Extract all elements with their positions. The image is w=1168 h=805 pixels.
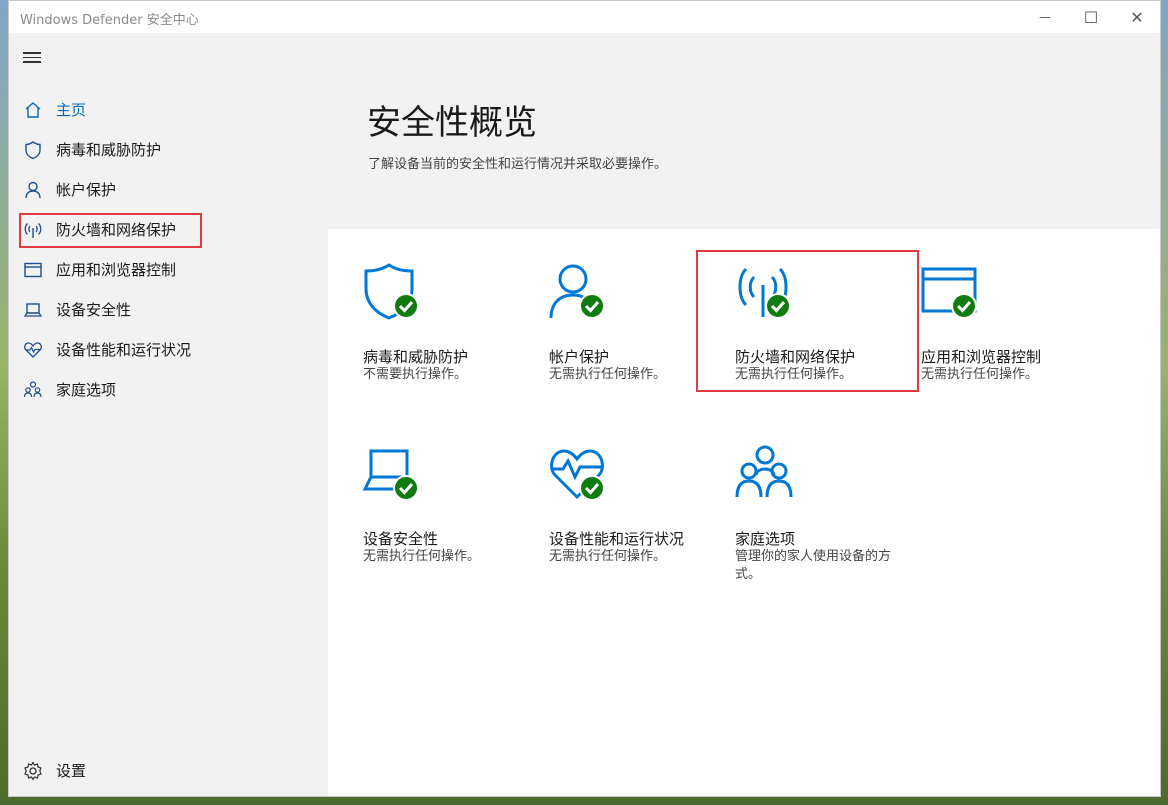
sidebar-item-label: 家庭选项 xyxy=(56,381,117,399)
page-header: 安全性概览 了解设备当前的安全性和运行情况并采取必要操作。 xyxy=(328,33,1160,229)
check-circle-icon xyxy=(579,293,605,319)
minimize-icon: — xyxy=(1039,10,1051,24)
tiles-grid: 病毒和威胁防护 不需要执行操作。 帐户保护 无需执行任何操作。 防火墙和网络保护… xyxy=(328,229,1160,796)
check-circle-icon xyxy=(579,475,605,501)
check-circle-icon xyxy=(393,293,419,319)
window-title: Windows Defender 安全中心 xyxy=(20,13,199,28)
sidebar: 主页 病毒和威胁防护 帐户保护 防火墙和网络保护 应用和浏览器控制 设备安全性 … xyxy=(9,33,328,796)
sidebar-item-label: 设置 xyxy=(56,762,87,780)
tile-description: 不需要执行操作。 xyxy=(363,367,468,382)
laptop-icon xyxy=(23,303,43,317)
tile-app-browser-control[interactable]: 应用和浏览器控制 无需执行任何操作。 xyxy=(921,263,1101,413)
tile-title: 设备性能和运行状况 xyxy=(549,530,685,548)
gear-icon xyxy=(24,761,42,781)
check-circle-icon xyxy=(393,475,419,501)
defender-window: Windows Defender 安全中心 — ☐ ✕ 主页 病毒和威胁防护 帐… xyxy=(8,0,1161,797)
hamburger-menu-icon[interactable] xyxy=(23,49,41,65)
page-subtitle: 了解设备当前的安全性和运行情况并采取必要操作。 xyxy=(368,157,668,172)
sidebar-item-settings[interactable]: 设置 xyxy=(9,750,328,790)
sidebar-item-label: 设备性能和运行状况 xyxy=(56,341,192,359)
title-bar: Windows Defender 安全中心 — ☐ ✕ xyxy=(9,1,1160,33)
tile-device-security[interactable]: 设备安全性 无需执行任何操作。 xyxy=(362,445,543,595)
heart-pulse-icon xyxy=(24,342,42,358)
tile-description: 无需执行任何操作。 xyxy=(549,367,667,382)
tile-description: 无需执行任何操作。 xyxy=(363,549,481,564)
sidebar-item-account-protection[interactable]: 帐户保护 xyxy=(9,169,328,209)
highlight-box-tile xyxy=(696,250,919,392)
tile-virus-protection[interactable]: 病毒和威胁防护 不需要执行操作。 xyxy=(363,263,543,413)
sidebar-item-label: 帐户保护 xyxy=(56,181,117,199)
sidebar-item-label: 应用和浏览器控制 xyxy=(56,261,177,279)
tile-title: 病毒和威胁防护 xyxy=(363,348,469,366)
tile-description: 管理你的家人使用设备的方式。 xyxy=(735,549,892,582)
sidebar-item-home[interactable]: 主页 xyxy=(9,89,328,129)
sidebar-item-label: 病毒和威胁防护 xyxy=(56,141,162,159)
close-button[interactable]: ✕ xyxy=(1114,1,1160,33)
shield-icon xyxy=(364,263,419,320)
highlight-box-sidebar xyxy=(19,213,202,248)
family-icon xyxy=(735,445,793,498)
sidebar-item-virus-protection[interactable]: 病毒和威胁防护 xyxy=(9,129,328,169)
tile-description: 无需执行任何操作。 xyxy=(921,367,1039,382)
laptop-icon xyxy=(362,449,419,501)
maximize-icon: ☐ xyxy=(1083,7,1099,27)
sidebar-item-app-browser-control[interactable]: 应用和浏览器控制 xyxy=(9,249,328,289)
heart-pulse-icon xyxy=(550,449,605,501)
sidebar-item-label: 设备安全性 xyxy=(56,301,132,319)
shield-icon xyxy=(25,141,41,160)
sidebar-item-label: 主页 xyxy=(56,101,87,119)
check-circle-icon xyxy=(951,293,977,319)
home-icon xyxy=(25,102,41,118)
person-icon xyxy=(549,264,605,319)
tile-family-options[interactable]: 家庭选项 管理你的家人使用设备的方式。 xyxy=(735,445,915,595)
browser-window-icon xyxy=(24,262,42,278)
sidebar-item-family-options[interactable]: 家庭选项 xyxy=(9,369,328,409)
maximize-button[interactable]: ☐ xyxy=(1068,1,1114,33)
tile-title: 设备安全性 xyxy=(363,530,439,548)
minimize-button[interactable]: — xyxy=(1022,1,1068,33)
close-icon: ✕ xyxy=(1130,7,1144,27)
sidebar-item-device-performance[interactable]: 设备性能和运行状况 xyxy=(9,329,328,369)
tile-title: 应用和浏览器控制 xyxy=(921,348,1042,366)
browser-window-icon xyxy=(921,267,977,319)
family-icon xyxy=(23,381,42,398)
page-title: 安全性概览 xyxy=(367,103,537,143)
sidebar-item-device-security[interactable]: 设备安全性 xyxy=(9,289,328,329)
tile-title: 家庭选项 xyxy=(735,530,796,548)
person-icon xyxy=(25,181,41,199)
tile-description: 无需执行任何操作。 xyxy=(549,549,667,564)
tile-title: 帐户保护 xyxy=(549,348,610,366)
tile-device-performance[interactable]: 设备性能和运行状况 无需执行任何操作。 xyxy=(549,445,729,595)
